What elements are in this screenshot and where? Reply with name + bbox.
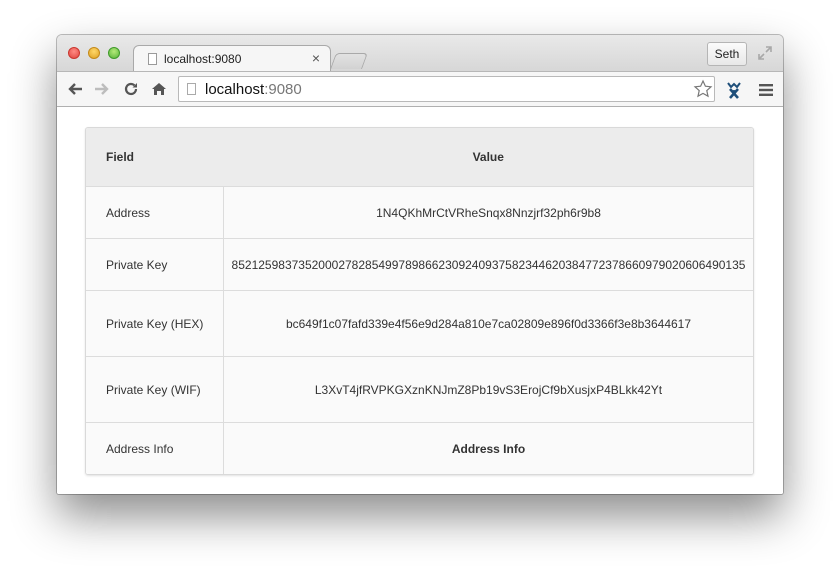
- address-bar[interactable]: localhost:9080: [178, 76, 715, 102]
- page-content: Field Value Address 1N4QKhMrCtVRheSnqx8N…: [57, 107, 783, 494]
- close-window-button[interactable]: [68, 47, 80, 59]
- close-tab-icon[interactable]: ×: [312, 50, 320, 66]
- field-label: Private Key (WIF): [86, 356, 224, 423]
- reload-icon[interactable]: [122, 80, 140, 103]
- table-header-row: Field Value: [86, 128, 753, 187]
- private-key-wif-value: L3XvT4jfRVPKGXznKNJmZ8Pb19vS3ErojCf9bXus…: [223, 356, 753, 423]
- document-icon: [187, 83, 196, 95]
- tab-title: localhost:9080: [164, 52, 242, 66]
- table-row: Address 1N4QKhMrCtVRheSnqx8Nnzjrf32ph6r9…: [86, 186, 753, 239]
- url-text[interactable]: localhost:9080: [205, 81, 302, 98]
- table-row: Private Key (WIF) L3XvT4jfRVPKGXznKNJmZ8…: [86, 356, 753, 423]
- browser-toolbar: localhost:9080: [57, 71, 783, 107]
- field-label: Address Info: [86, 422, 224, 474]
- back-icon[interactable]: [66, 80, 84, 103]
- extension-icon[interactable]: [724, 80, 744, 105]
- browser-tab[interactable]: localhost:9080 ×: [133, 45, 331, 72]
- field-label: Private Key (HEX): [86, 290, 224, 357]
- field-label: Address: [86, 186, 224, 239]
- private-key-value: 8521259837352000278285499789866230924093…: [223, 238, 753, 291]
- field-label: Private Key: [86, 238, 224, 291]
- title-bar: localhost:9080 × Seth: [57, 35, 783, 72]
- new-tab-button[interactable]: [330, 53, 368, 69]
- browser-window: localhost:9080 × Seth localhost:9080 Fie…: [57, 35, 783, 494]
- private-key-hex-value: bc649f1c07fafd339e4f56e9d284a810e7ca0280…: [223, 290, 753, 357]
- header-value: Value: [223, 128, 753, 187]
- key-info-table-panel: Field Value Address 1N4QKhMrCtVRheSnqx8N…: [85, 127, 754, 475]
- table-row: Private Key (HEX) bc649f1c07fafd339e4f56…: [86, 290, 753, 357]
- url-port: :9080: [264, 81, 302, 98]
- star-icon[interactable]: [693, 79, 713, 104]
- header-field: Field: [86, 128, 224, 187]
- key-info-table: Field Value Address 1N4QKhMrCtVRheSnqx8N…: [86, 128, 753, 474]
- minimize-window-button[interactable]: [88, 47, 100, 59]
- url-host: localhost: [205, 81, 265, 98]
- address-value: 1N4QKhMrCtVRheSnqx8Nnzjrf32ph6r9b8: [223, 186, 753, 239]
- address-info-value: Address Info: [223, 422, 753, 474]
- profile-button[interactable]: Seth: [707, 42, 747, 66]
- fullscreen-icon[interactable]: [757, 45, 773, 66]
- menu-icon[interactable]: [758, 83, 774, 102]
- table-row: Address Info Address Info: [86, 422, 753, 474]
- table-row: Private Key 8521259837352000278285499789…: [86, 238, 753, 291]
- document-icon: [148, 53, 157, 65]
- forward-icon[interactable]: [93, 80, 111, 103]
- zoom-window-button[interactable]: [108, 47, 120, 59]
- home-icon[interactable]: [150, 80, 168, 103]
